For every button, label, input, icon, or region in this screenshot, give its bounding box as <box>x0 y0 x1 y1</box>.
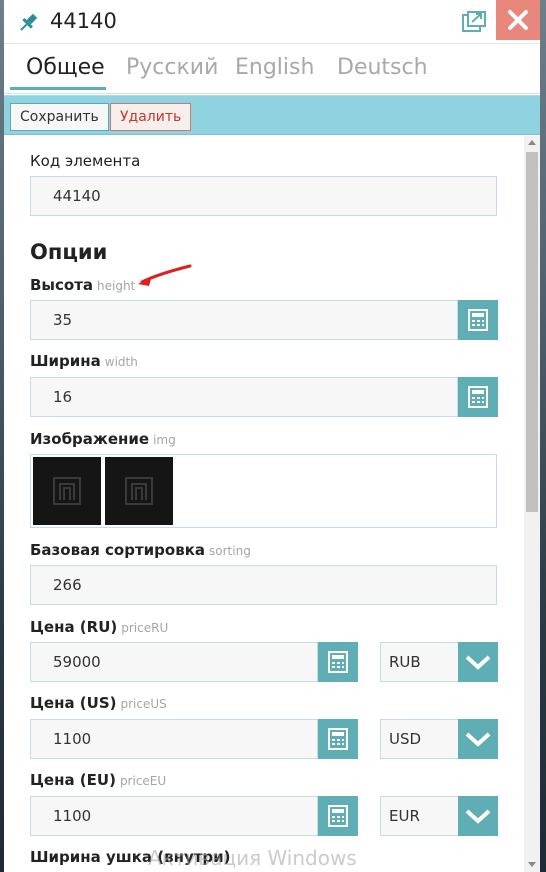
annotation-arrow-icon <box>138 264 192 286</box>
width-calculator-button[interactable] <box>458 377 498 417</box>
price-us-field[interactable]: 1100 <box>30 719 318 759</box>
tab-english[interactable]: English <box>235 55 314 80</box>
scrollbar[interactable] <box>524 136 540 872</box>
toolbar: Сохранить Удалить <box>4 95 540 135</box>
price-ru-calculator-button[interactable] <box>318 642 358 682</box>
sorting-label: Базовая сортировка sorting <box>30 541 251 559</box>
image-label: Изображение img <box>30 430 176 448</box>
price-us-currency-select[interactable]: USD <box>380 719 460 759</box>
calculator-icon <box>328 651 348 673</box>
code-label: Код элемента <box>30 152 141 170</box>
height-calculator-button[interactable] <box>458 300 498 340</box>
chevron-down-icon <box>465 732 491 747</box>
price-ru-currency-dropdown[interactable] <box>458 642 498 682</box>
calculator-icon <box>468 386 488 408</box>
logo-icon <box>53 477 81 505</box>
save-button[interactable]: Сохранить <box>10 103 109 131</box>
image-thumbnail[interactable] <box>33 457 101 525</box>
price-ru-field[interactable]: 59000 <box>30 642 318 682</box>
logo-icon <box>125 477 153 505</box>
windows-activation-watermark: Активация Windows <box>148 846 357 870</box>
price-us-calculator-button[interactable] <box>318 719 358 759</box>
chevron-down-icon <box>465 809 491 824</box>
tab-bar: Общее Русский English Deutsch <box>4 44 540 94</box>
window-title: 44140 <box>50 9 117 33</box>
scroll-up-arrow-icon[interactable] <box>528 140 536 145</box>
calculator-icon <box>468 309 488 331</box>
price-us-currency-dropdown[interactable] <box>458 719 498 759</box>
width-label: Ширина width <box>30 352 138 370</box>
tab-deutsch[interactable]: Deutsch <box>337 55 428 80</box>
options-heading: Опции <box>30 240 108 264</box>
chevron-down-icon <box>465 655 491 670</box>
close-button[interactable] <box>496 0 540 40</box>
price-ru-currency-select[interactable]: RUB <box>380 642 460 682</box>
price-eu-currency-dropdown[interactable] <box>458 796 498 836</box>
height-label: Высота height <box>30 276 136 294</box>
form-content: Код элемента 44140 Опции Высота height 35… <box>4 136 524 872</box>
tab-general[interactable]: Общее <box>26 55 105 80</box>
close-icon <box>508 10 528 30</box>
height-field[interactable]: 35 <box>30 300 458 340</box>
active-tab-indicator <box>10 87 106 90</box>
price-eu-field[interactable]: 1100 <box>30 796 318 836</box>
calculator-icon <box>328 728 348 750</box>
price-eu-label: Цена (EU) priceEU <box>30 771 167 789</box>
image-thumbnail[interactable] <box>105 457 173 525</box>
scroll-down-arrow-icon[interactable] <box>528 862 536 867</box>
price-ru-label: Цена (RU) priceRU <box>30 618 169 636</box>
width-field[interactable]: 16 <box>30 377 458 417</box>
delete-button[interactable]: Удалить <box>110 103 192 131</box>
title-bar: 44140 <box>4 0 540 44</box>
pin-icon[interactable] <box>16 11 40 35</box>
image-field[interactable] <box>30 454 497 528</box>
price-eu-currency-select[interactable]: EUR <box>380 796 460 836</box>
calculator-icon <box>328 805 348 827</box>
scrollbar-thumb[interactable] <box>526 152 538 512</box>
price-us-label: Цена (US) priceUS <box>30 694 167 712</box>
popout-icon[interactable] <box>462 11 486 33</box>
editor-window: 44140 Общее Русский English Deutsch Сохр… <box>4 0 540 872</box>
code-field[interactable]: 44140 <box>30 176 497 216</box>
sorting-field[interactable]: 266 <box>30 565 497 605</box>
tab-russian[interactable]: Русский <box>126 55 218 80</box>
price-eu-calculator-button[interactable] <box>318 796 358 836</box>
